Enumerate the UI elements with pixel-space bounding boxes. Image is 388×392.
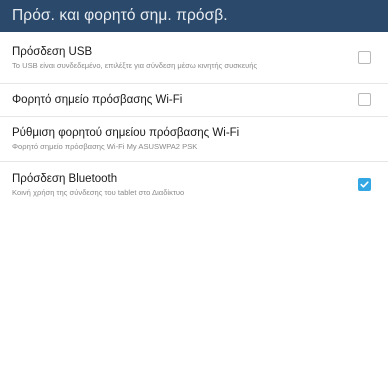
setting-title: Φορητό σημείο πρόσβασης Wi-Fi [12, 94, 183, 106]
bluetooth-tethering-checkbox[interactable] [358, 177, 371, 191]
setting-title: Ρύθμιση φορητού σημείου πρόσβασης Wi-Fi [12, 127, 240, 139]
setting-summary: Το USB είναι συνδεδεμένο, επιλέξτε για σ… [12, 60, 258, 70]
setting-title: Πρόσδεση USB [12, 45, 93, 58]
setting-bluetooth-tethering[interactable]: Πρόσδεση Bluetooth Κοινή χρήση της σύνδε… [0, 162, 388, 207]
setting-title: Πρόσδεση Bluetooth [12, 172, 118, 185]
setting-usb-tethering[interactable]: Πρόσδεση USB Το USB είναι συνδεδεμένο, ε… [0, 32, 388, 84]
setting-summary: Φορητό σημείο πρόσβασης Wi-Fi My ASUSWPA… [12, 142, 198, 151]
wifi-hotspot-checkbox[interactable] [358, 93, 371, 106]
action-bar: Πρόσ. και φορητό σημ. πρόσβ. [0, 0, 388, 32]
setting-summary: Κοινή χρήση της σύνδεσης του tablet στο … [12, 187, 185, 197]
settings-list: Πρόσδεση USB Το USB είναι συνδεδεμένο, ε… [0, 32, 388, 392]
setting-wifi-hotspot[interactable]: Φορητό σημείο πρόσβασης Wi-Fi [0, 84, 388, 117]
usb-tethering-checkbox[interactable] [358, 50, 371, 64]
setting-wifi-hotspot-config[interactable]: Ρύθμιση φορητού σημείου πρόσβασης Wi-Fi … [0, 117, 388, 162]
checkmark-icon [360, 180, 369, 188]
page-title: Πρόσ. και φορητό σημ. πρόσβ. [12, 7, 228, 24]
